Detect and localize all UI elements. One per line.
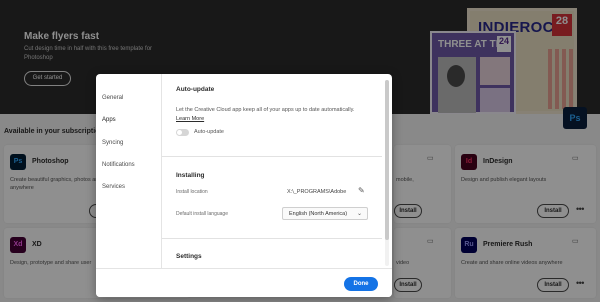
install-language-value: English (North America) (289, 211, 348, 217)
edit-pencil-icon[interactable]: ✎ (358, 186, 365, 195)
install-location-value: X:\_PROGRAMS\Adobe (287, 189, 347, 195)
sidebar-item-notifications[interactable]: Notifications (102, 162, 135, 168)
install-language-label: Default install language (176, 211, 228, 217)
preferences-dialog: General Apps Syncing Notifications Servi… (96, 74, 392, 297)
installing-title: Installing (176, 172, 205, 179)
dialog-footer: Done (96, 268, 392, 297)
auto-update-title: Auto-update (176, 86, 215, 93)
install-location-label: Install location (176, 189, 208, 195)
toggle-knob (177, 130, 182, 135)
install-language-select[interactable]: English (North America) ⌄ (282, 207, 368, 220)
sidebar-item-general[interactable]: General (102, 95, 123, 101)
chevron-down-icon: ⌄ (356, 211, 362, 217)
scrollbar[interactable] (385, 80, 389, 266)
auto-update-toggle[interactable] (176, 129, 189, 136)
sidebar-item-apps[interactable]: Apps (102, 117, 116, 123)
auto-update-toggle-label: Auto-update (194, 129, 224, 135)
preferences-content: Auto-update Let the Creative Cloud app k… (162, 74, 392, 268)
sidebar-item-services[interactable]: Services (102, 184, 125, 190)
preferences-sidebar: General Apps Syncing Notifications Servi… (96, 74, 162, 268)
settings-title: Settings (176, 253, 202, 260)
sidebar-item-syncing[interactable]: Syncing (102, 140, 123, 146)
done-button[interactable]: Done (344, 277, 378, 291)
scrollbar-thumb[interactable] (385, 80, 389, 240)
auto-update-description: Let the Creative Cloud app keep all of y… (176, 107, 355, 113)
learn-more-link[interactable]: Learn More (176, 116, 204, 122)
section-divider (162, 238, 382, 239)
section-divider (162, 156, 382, 157)
